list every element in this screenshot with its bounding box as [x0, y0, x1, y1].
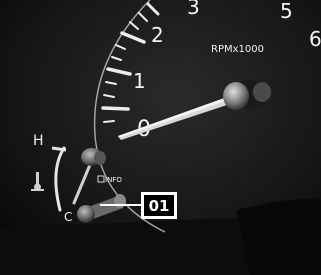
tach-number-1: 1	[133, 69, 146, 93]
instrument-cluster-photo: 0 1 2 3 5 6 RPMx1000 H C INFO	[0, 0, 321, 275]
tach-number-6: 6	[309, 27, 321, 51]
temperature-high-label: H	[33, 133, 44, 149]
rpm-unit-label: RPMx1000	[211, 44, 264, 55]
tach-number-2: 2	[151, 23, 164, 47]
info-label: INFO	[105, 176, 122, 184]
tach-number-5: 5	[280, 0, 293, 23]
tach-number-3: 3	[187, 0, 200, 19]
dashboard-right-shadow	[236, 198, 321, 275]
callout-label: 01	[149, 197, 170, 215]
callout-box: 01	[141, 192, 177, 219]
temperature-gauge-tick	[51, 146, 67, 152]
temperature-cold-mark: C	[64, 210, 72, 224]
